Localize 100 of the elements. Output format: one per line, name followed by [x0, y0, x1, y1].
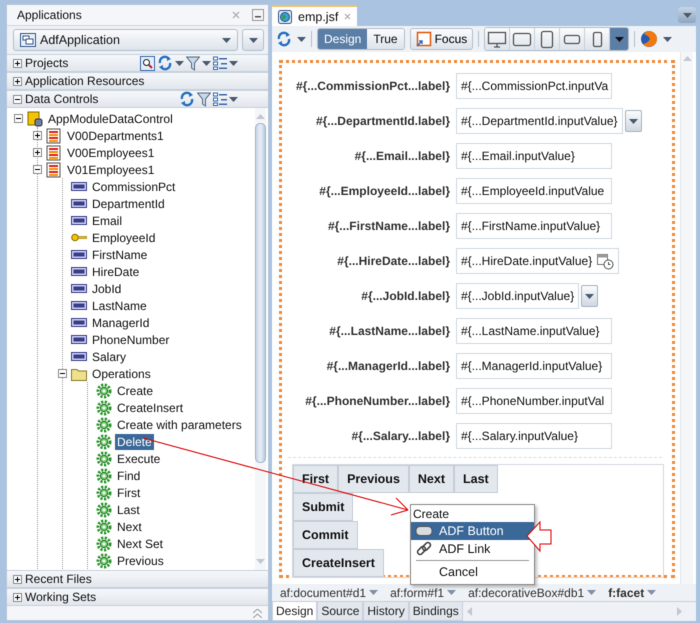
- filter-icon[interactable]: [186, 56, 200, 70]
- caret-icon[interactable]: [229, 96, 238, 102]
- tree-item[interactable]: Operations: [90, 366, 153, 382]
- caret-icon[interactable]: [222, 38, 231, 42]
- tree-item[interactable]: First: [115, 484, 142, 500]
- device-button[interactable]: [510, 28, 536, 50]
- input-field[interactable]: #{...CommissionPct.inputVa: [456, 73, 612, 99]
- tree-item[interactable]: Create: [115, 382, 156, 398]
- tree-item[interactable]: Last: [115, 502, 142, 518]
- caret-icon[interactable]: [447, 590, 456, 595]
- expand-icon[interactable]: [13, 76, 22, 86]
- collapse-icon[interactable]: [13, 94, 22, 104]
- expand-icon[interactable]: [33, 148, 42, 157]
- list-options-icon[interactable]: [213, 56, 227, 70]
- section-header[interactable]: Recent Files: [7, 570, 268, 588]
- caret-icon[interactable]: [682, 12, 692, 18]
- adf-button[interactable]: Previous: [338, 465, 409, 493]
- caret-icon[interactable]: [175, 60, 184, 66]
- expand-up-icon[interactable]: [253, 608, 262, 618]
- editor-tab[interactable]: Source: [317, 602, 364, 621]
- menu-item[interactable]: ADF Link: [411, 540, 534, 558]
- tree-item[interactable]: CommissionPct: [90, 178, 178, 194]
- filter-icon[interactable]: [197, 92, 211, 106]
- input-field[interactable]: #{...EmployeeId.inputValue: [456, 178, 612, 204]
- breadcrumb[interactable]: f:facet: [604, 586, 664, 600]
- caret-icon[interactable]: [202, 60, 211, 66]
- collapse-icon[interactable]: [33, 165, 42, 174]
- browser-icon[interactable]: [640, 30, 658, 48]
- tree-item[interactable]: FirstName: [90, 246, 150, 262]
- caret-icon[interactable]: [248, 38, 258, 42]
- tree-item[interactable]: DepartmentId: [90, 196, 167, 212]
- editor-tab[interactable]: Design: [272, 602, 318, 621]
- tree-item[interactable]: HireDate: [90, 264, 142, 280]
- tree-item[interactable]: Next: [115, 518, 144, 534]
- expand-icon[interactable]: [33, 131, 42, 140]
- scrollbar[interactable]: [255, 108, 266, 570]
- input-field[interactable]: #{...ManagerId.inputValue}: [456, 353, 612, 379]
- expand-icon[interactable]: [13, 574, 22, 584]
- tree-item[interactable]: Previous: [115, 552, 166, 568]
- tree-item[interactable]: V00Employees1: [65, 144, 156, 160]
- breadcrumb[interactable]: af:document#d1: [276, 586, 386, 600]
- caret-icon[interactable]: [297, 36, 306, 42]
- adf-button[interactable]: First: [293, 465, 338, 493]
- input-field[interactable]: #{...LastName.inputValue}: [456, 318, 612, 344]
- editor-tab[interactable]: Bindings: [408, 602, 463, 621]
- menu-item[interactable]: ADF Button: [411, 522, 534, 540]
- collapse-icon[interactable]: [58, 369, 67, 378]
- caret-icon[interactable]: [647, 590, 656, 595]
- caret-icon[interactable]: [587, 590, 596, 595]
- scrollbar[interactable]: [680, 52, 693, 584]
- breadcrumb[interactable]: af:decorativeBox#db1: [464, 586, 604, 600]
- tree-item[interactable]: Find: [115, 468, 142, 484]
- adf-button[interactable]: Next: [408, 465, 454, 493]
- refresh-icon[interactable]: [179, 91, 195, 107]
- expand-icon[interactable]: [13, 592, 22, 602]
- adf-button[interactable]: Submit: [293, 493, 354, 521]
- device-button[interactable]: [585, 28, 610, 50]
- device-menu-button[interactable]: [610, 28, 628, 50]
- tree-item[interactable]: Create with parameters: [115, 416, 244, 432]
- section-header[interactable]: Application Resources: [7, 72, 268, 90]
- input-field[interactable]: #{...Email.inputValue}: [456, 143, 612, 169]
- breadcrumb[interactable]: af:form#f1: [386, 586, 464, 600]
- menu-button[interactable]: [242, 29, 264, 51]
- input-field[interactable]: #{...JobId.inputValue}: [456, 283, 580, 309]
- tree-item[interactable]: V01Employees1: [65, 162, 156, 178]
- tree-item[interactable]: EmployeeId: [90, 230, 158, 246]
- dropdown-button[interactable]: [581, 285, 598, 307]
- caret-icon[interactable]: [585, 294, 594, 298]
- application-dropdown[interactable]: AdfApplication: [13, 29, 238, 51]
- tree-item[interactable]: LastName: [90, 298, 149, 314]
- caret-icon[interactable]: [369, 590, 378, 595]
- adf-button[interactable]: CreateInsert: [293, 549, 384, 577]
- expand-icon[interactable]: [13, 58, 22, 68]
- focus-button[interactable]: Focus: [410, 28, 474, 50]
- tree-item[interactable]: ManagerId: [90, 314, 152, 330]
- caret-icon[interactable]: [663, 36, 672, 42]
- tree-item[interactable]: Execute: [115, 450, 162, 466]
- tree-item[interactable]: JobId: [90, 280, 124, 296]
- tree-item[interactable]: V00Departments1: [65, 128, 166, 144]
- file-tab[interactable]: emp.jsf: [272, 5, 358, 26]
- tree-item[interactable]: PhoneNumber: [90, 332, 172, 348]
- calendar-icon[interactable]: [596, 252, 614, 270]
- device-button[interactable]: [560, 28, 586, 50]
- mode-button[interactable]: Design: [318, 29, 368, 49]
- input-field[interactable]: #{...DepartmentId.inputValue}: [456, 108, 623, 134]
- minimize-icon[interactable]: [252, 9, 264, 21]
- refresh-icon[interactable]: [276, 31, 292, 47]
- caret-icon[interactable]: [229, 60, 238, 66]
- mode-button[interactable]: True: [367, 29, 404, 49]
- input-field[interactable]: #{...FirstName.inputValue}: [456, 213, 612, 239]
- adf-button[interactable]: Commit: [293, 521, 358, 549]
- tree-item[interactable]: Email: [90, 212, 124, 228]
- tree-item[interactable]: AppModuleDataControl: [46, 110, 175, 126]
- input-field[interactable]: #{...PhoneNumber.inputVal: [456, 388, 612, 414]
- section-header[interactable]: Data Controls: [7, 90, 268, 108]
- dropdown-button[interactable]: [624, 110, 642, 132]
- section-header[interactable]: Working Sets: [7, 588, 268, 606]
- device-button[interactable]: [485, 28, 510, 50]
- list-options-icon[interactable]: [213, 92, 227, 106]
- input-field[interactable]: #{...Salary.inputValue}: [456, 423, 612, 449]
